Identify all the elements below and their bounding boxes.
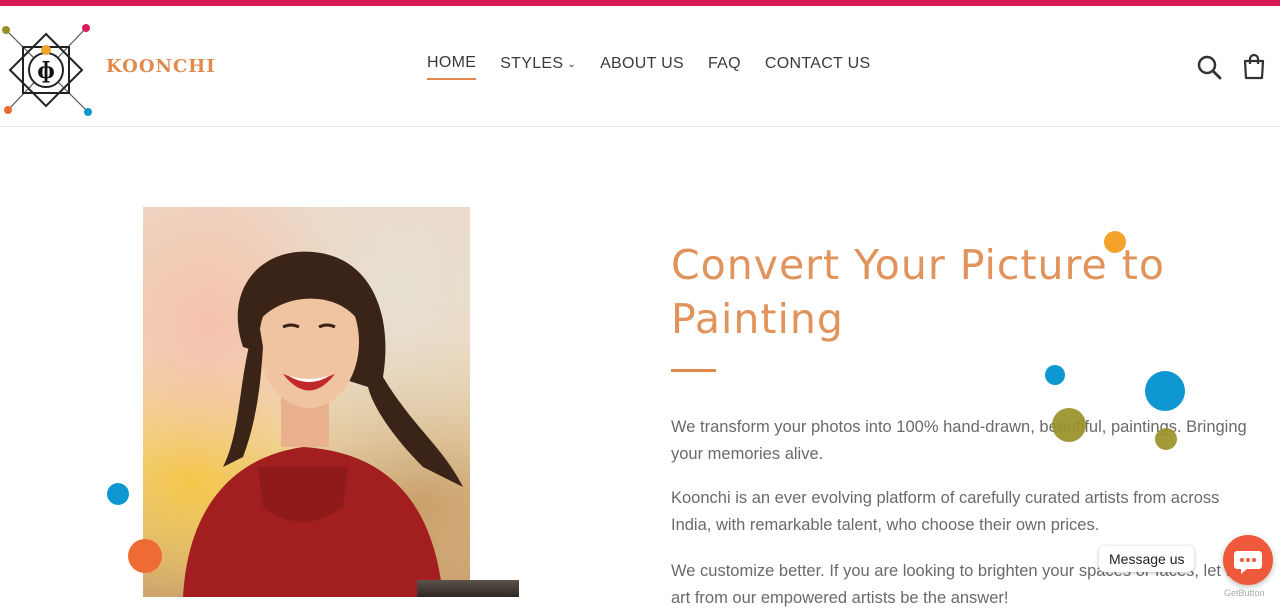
decor-dot	[1045, 365, 1065, 385]
nav-contact-label: CONTACT US	[764, 55, 871, 72]
decor-dot	[107, 483, 129, 505]
nav-home[interactable]: HOME	[427, 54, 477, 80]
nav-styles-label: STYLES	[500, 55, 564, 72]
title-underline	[671, 369, 716, 372]
svg-text:ɸ: ɸ	[37, 58, 55, 84]
decor-dot	[1104, 231, 1126, 253]
nav-about-us[interactable]: ABOUT US	[600, 54, 684, 80]
hero-paragraph-2: Koonchi is an ever evolving platform of …	[671, 489, 1220, 534]
search-icon[interactable]	[1196, 54, 1222, 80]
main-nav: HOME STYLES ⌄ ABOUT US FAQ CONTACT US	[427, 54, 894, 80]
hero-title: Convert Your Picture to Painting	[671, 241, 1165, 343]
nav-contact-us[interactable]: CONTACT US	[765, 54, 871, 80]
nav-styles[interactable]: STYLES ⌄	[500, 54, 576, 80]
message-us-bubble[interactable]: Message us	[1099, 546, 1195, 572]
decor-dot	[1145, 371, 1185, 411]
portrait-painting	[183, 251, 463, 597]
koonchi-logo[interactable]: ɸ	[0, 22, 96, 118]
nav-about-label: ABOUT US	[600, 55, 684, 72]
chat-icon	[1234, 551, 1262, 574]
site-header: ɸ KOONCHI HOME STYLES ⌄ ABOUT US FAQ CONT…	[0, 6, 1280, 127]
brand-name[interactable]: KOONCHI	[106, 56, 216, 77]
chat-button[interactable]	[1223, 535, 1273, 585]
nav-faq-label: FAQ	[707, 55, 741, 72]
decor-dot	[1155, 428, 1177, 450]
decor-dot	[1052, 408, 1086, 442]
chevron-down-icon: ⌄	[567, 58, 577, 70]
cart-icon[interactable]	[1240, 52, 1268, 80]
nav-home-label: HOME	[427, 54, 477, 71]
decor-dot	[128, 539, 162, 573]
secondary-thumbnail	[417, 580, 519, 597]
nav-faq[interactable]: FAQ	[708, 54, 741, 80]
hero-painting-image	[143, 207, 470, 597]
